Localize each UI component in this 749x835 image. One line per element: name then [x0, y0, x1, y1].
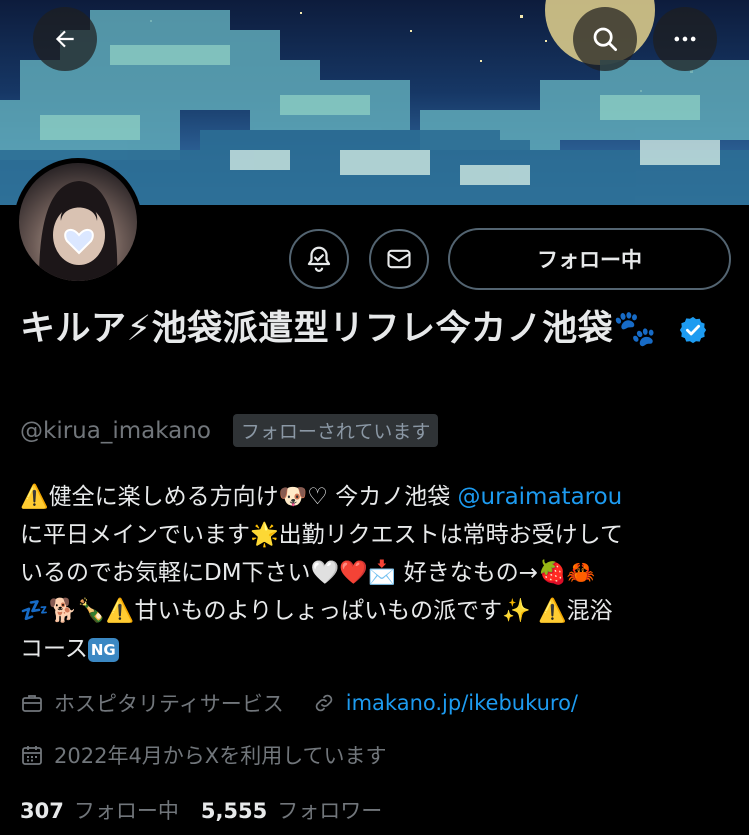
- verified-badge-icon[interactable]: [678, 315, 708, 345]
- following-count: 307: [20, 799, 64, 823]
- more-button[interactable]: [653, 7, 717, 71]
- website-link[interactable]: imakano.jp/ikebukuro/: [346, 691, 578, 715]
- message-button[interactable]: [369, 229, 429, 289]
- briefcase-icon: [20, 691, 44, 715]
- bio: ⚠️健全に楽しめる方向け🐶♡ 今カノ池袋 @uraimatarou に平日メイン…: [20, 478, 732, 668]
- followers-link[interactable]: 5,555 フォロワー: [201, 795, 382, 825]
- followers-label: フォロワー: [277, 799, 383, 823]
- link-icon: [312, 691, 336, 715]
- notifications-button[interactable]: [289, 229, 349, 289]
- search-button[interactable]: [573, 7, 637, 71]
- follow-counts: 307 フォロー中 5,555 フォロワー: [20, 795, 382, 825]
- follows-you-badge: フォローされています: [232, 414, 439, 447]
- ng-badge: NG: [87, 637, 119, 662]
- handle-row: @kirua_imakano フォローされています: [20, 414, 439, 447]
- more-horizontal-icon: [674, 36, 696, 42]
- avatar[interactable]: [14, 158, 142, 286]
- bio-line-2: に平日メインでいます🌟出勤リクエストは常時お受けして: [20, 522, 623, 548]
- search-icon: [593, 27, 617, 51]
- joined-date: 2022年4月からXを利用しています: [54, 744, 387, 768]
- avatar-image: [19, 163, 137, 281]
- arrow-left-icon: [55, 30, 74, 48]
- bio-line-4: 💤🐕🍾⚠️甘いものよりしょっぱいもの派です✨ ⚠️混浴: [20, 598, 613, 624]
- followers-count: 5,555: [200, 799, 268, 823]
- calendar-icon: [20, 743, 44, 767]
- joined-row: 2022年4月からXを利用しています: [20, 740, 387, 770]
- handle: @kirua_imakano: [20, 417, 211, 444]
- category-label: ホスピタリティサービス: [54, 692, 284, 716]
- profile-meta-row: ホスピタリティサービス imakano.jp/ikebukuro/: [20, 688, 578, 718]
- profile-name: キルア⚡池袋派遣型リフレ今カノ池袋🐾: [20, 305, 730, 353]
- back-button[interactable]: [33, 7, 97, 71]
- bio-line-3: いるのでお気軽にDM下さい🤍❤️📩 好きなもの→🍓🦀: [20, 560, 596, 586]
- bio-mention-link[interactable]: @uraimatarou: [458, 484, 623, 510]
- bio-line-5: コース: [20, 636, 88, 662]
- following-link[interactable]: 307 フォロー中: [20, 795, 179, 825]
- display-name: キルア⚡池袋派遣型リフレ今カノ池袋🐾: [20, 309, 658, 349]
- envelope-icon: [387, 249, 411, 269]
- following-label: フォロー中: [73, 799, 179, 823]
- bio-line-1: ⚠️健全に楽しめる方向け🐶♡ 今カノ池袋: [20, 484, 458, 510]
- following-button[interactable]: フォロー中: [448, 228, 731, 290]
- bell-check-icon: [307, 246, 331, 272]
